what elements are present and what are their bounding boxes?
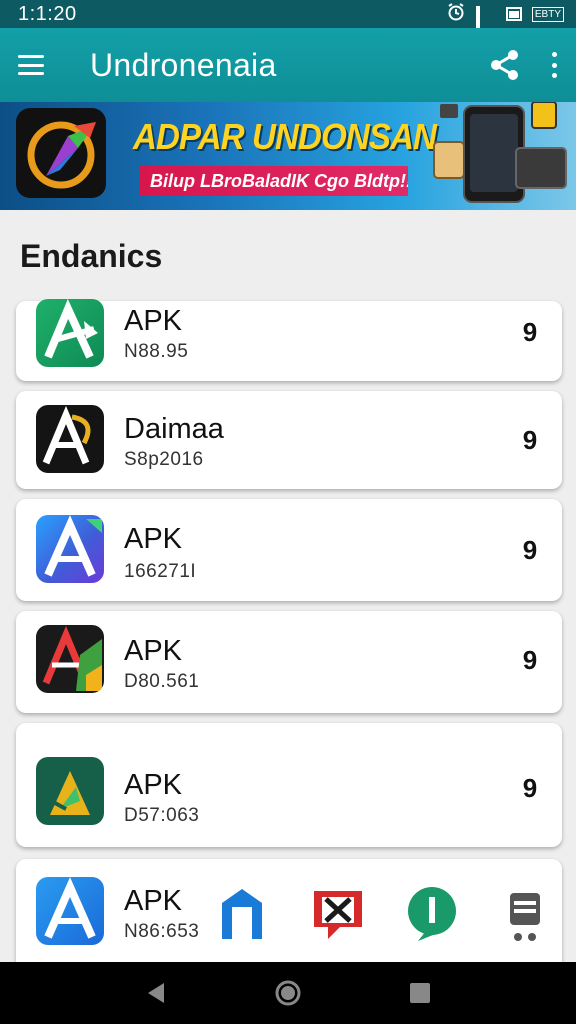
banner-headline: ADPAR UNDONSAN: [133, 116, 437, 157]
wifi-label: EBTY: [531, 6, 564, 22]
app-card[interactable]: APK 166271I 9: [16, 499, 562, 601]
status-time: 1:1:20: [18, 2, 77, 25]
home-icon[interactable]: [268, 973, 308, 1013]
app-version: S8p2016: [124, 449, 204, 470]
app-bar: Undronenaia: [0, 28, 576, 102]
back-icon[interactable]: [136, 973, 176, 1013]
system-nav-bar: [0, 962, 576, 1024]
app-icon: [36, 757, 104, 825]
promo-banner[interactable]: ADPAR UNDONSAN Bilup LBroBaladIK Cgo Bld…: [0, 102, 576, 210]
app-version: D57:063: [124, 805, 200, 826]
status-bar: 1:1:20 EBTY: [0, 0, 576, 49]
app-name: APK: [124, 523, 183, 555]
overflow-menu-icon[interactable]: [550, 52, 558, 78]
app-action-icon[interactable]: 9: [518, 773, 542, 803]
app-name: APK: [124, 769, 183, 801]
recents-icon[interactable]: [400, 973, 440, 1013]
app-icon: [36, 877, 104, 945]
share-icon[interactable]: [488, 48, 522, 82]
app-list: APK N88.95 9 Daimaa S8p2016 9 APK 166271…: [0, 297, 576, 962]
app-card[interactable]: APK D57:063 9: [16, 723, 562, 847]
app-icon: [36, 625, 104, 693]
app-name: APK: [124, 305, 183, 337]
app-version: D80.561: [124, 671, 200, 692]
close-x-icon[interactable]: [310, 883, 366, 943]
alarm-icon: [446, 2, 466, 27]
banner-logo-icon: [16, 108, 106, 198]
document-icon[interactable]: [506, 889, 546, 945]
bookmark-icon[interactable]: [216, 883, 268, 943]
banner-gadgets-icon: [433, 102, 567, 203]
app-name: APK: [124, 635, 183, 667]
app-name: APK: [124, 885, 183, 917]
app-title: Undronenaia: [90, 46, 277, 83]
app-version: 166271I: [124, 561, 197, 582]
banner-subline: Bilup LBroBaladIK Cgo Bldtp!!: [140, 166, 408, 196]
app-icon: [36, 515, 104, 583]
app-action-icon[interactable]: 9: [518, 645, 542, 675]
app-version: N86:653: [124, 921, 200, 942]
chat-icon[interactable]: [404, 883, 460, 943]
battery-icon: [505, 7, 522, 21]
section-title: Endanics: [20, 238, 163, 274]
signal-icon: [475, 6, 496, 49]
menu-icon[interactable]: [18, 55, 44, 75]
app-version: N88.95: [124, 341, 189, 362]
app-icon: [36, 405, 104, 473]
app-action-icon[interactable]: 9: [518, 317, 542, 347]
app-action-icon[interactable]: 9: [518, 425, 542, 455]
app-card[interactable]: APK D80.561 9: [16, 611, 562, 713]
status-icons: EBTY: [446, 2, 564, 49]
app-card[interactable]: APK N86:653: [16, 859, 562, 962]
app-name: Daimaa: [124, 413, 224, 445]
app-action-icon[interactable]: 9: [518, 535, 542, 565]
app-card[interactable]: Daimaa S8p2016 9: [16, 391, 562, 489]
app-icon: [36, 299, 104, 367]
app-card[interactable]: APK N88.95 9: [16, 299, 562, 381]
